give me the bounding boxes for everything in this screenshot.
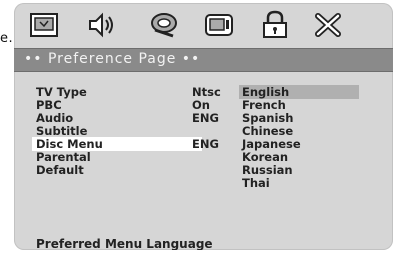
page-title: •• Preference Page ••	[24, 51, 201, 67]
menu-item-label: Audio	[36, 111, 74, 125]
title-bar: •• Preference Page ••	[14, 48, 393, 72]
option-russian[interactable]: Russian	[239, 163, 359, 177]
menu-item-value: ENG	[192, 137, 219, 151]
menu-item-value: ENG	[192, 111, 219, 125]
option-japanese[interactable]: Japanese	[239, 137, 359, 151]
menu-item-label: PBC	[36, 98, 62, 112]
menu-item-label: Disc Menu	[36, 137, 103, 151]
option-chinese[interactable]: Chinese	[239, 124, 359, 138]
option-label: Korean	[242, 150, 289, 164]
menu-item-label: TV Type	[36, 85, 87, 99]
menu-item-default[interactable]: Default	[32, 163, 202, 177]
menu-item-label: Parental	[36, 150, 91, 164]
preference-osd-panel: •• Preference Page •• TV Type Ntsc PBC O…	[14, 3, 393, 250]
menu-item-label: Default	[36, 163, 84, 177]
menu-item-parental[interactable]: Parental	[32, 150, 202, 164]
subtitle-icon[interactable]	[26, 8, 62, 42]
menu-item-value: Ntsc	[192, 85, 221, 99]
menu-item-disc-menu[interactable]: Disc Menu ENG	[32, 137, 219, 151]
speaker-icon[interactable]	[147, 8, 183, 42]
option-english[interactable]: English	[239, 85, 359, 99]
option-label: English	[242, 85, 290, 99]
option-label: Japanese	[242, 137, 301, 151]
option-korean[interactable]: Korean	[239, 150, 359, 164]
option-label: Thai	[242, 176, 270, 190]
option-label: Russian	[242, 163, 293, 177]
status-text: Preferred Menu Language	[36, 237, 213, 250]
menu-item-audio[interactable]: Audio ENG	[32, 111, 219, 125]
option-label: Spanish	[242, 111, 294, 125]
option-label: French	[242, 98, 286, 112]
menu-item-label: Subtitle	[36, 124, 88, 138]
audio-icon[interactable]	[84, 8, 120, 42]
menu-item-value: On	[192, 98, 210, 112]
menu-item-tv-type[interactable]: TV Type Ntsc	[32, 85, 221, 99]
menu-item-pbc[interactable]: PBC On	[32, 98, 210, 112]
option-thai[interactable]: Thai	[239, 176, 359, 190]
menu-item-subtitle[interactable]: Subtitle	[32, 124, 202, 138]
icon-toolbar	[14, 3, 393, 47]
lock-icon[interactable]	[257, 8, 293, 42]
option-spanish[interactable]: Spanish	[239, 111, 359, 125]
option-french[interactable]: French	[239, 98, 359, 112]
close-icon[interactable]	[310, 8, 346, 42]
option-label: Chinese	[242, 124, 294, 138]
video-icon[interactable]	[201, 8, 237, 42]
